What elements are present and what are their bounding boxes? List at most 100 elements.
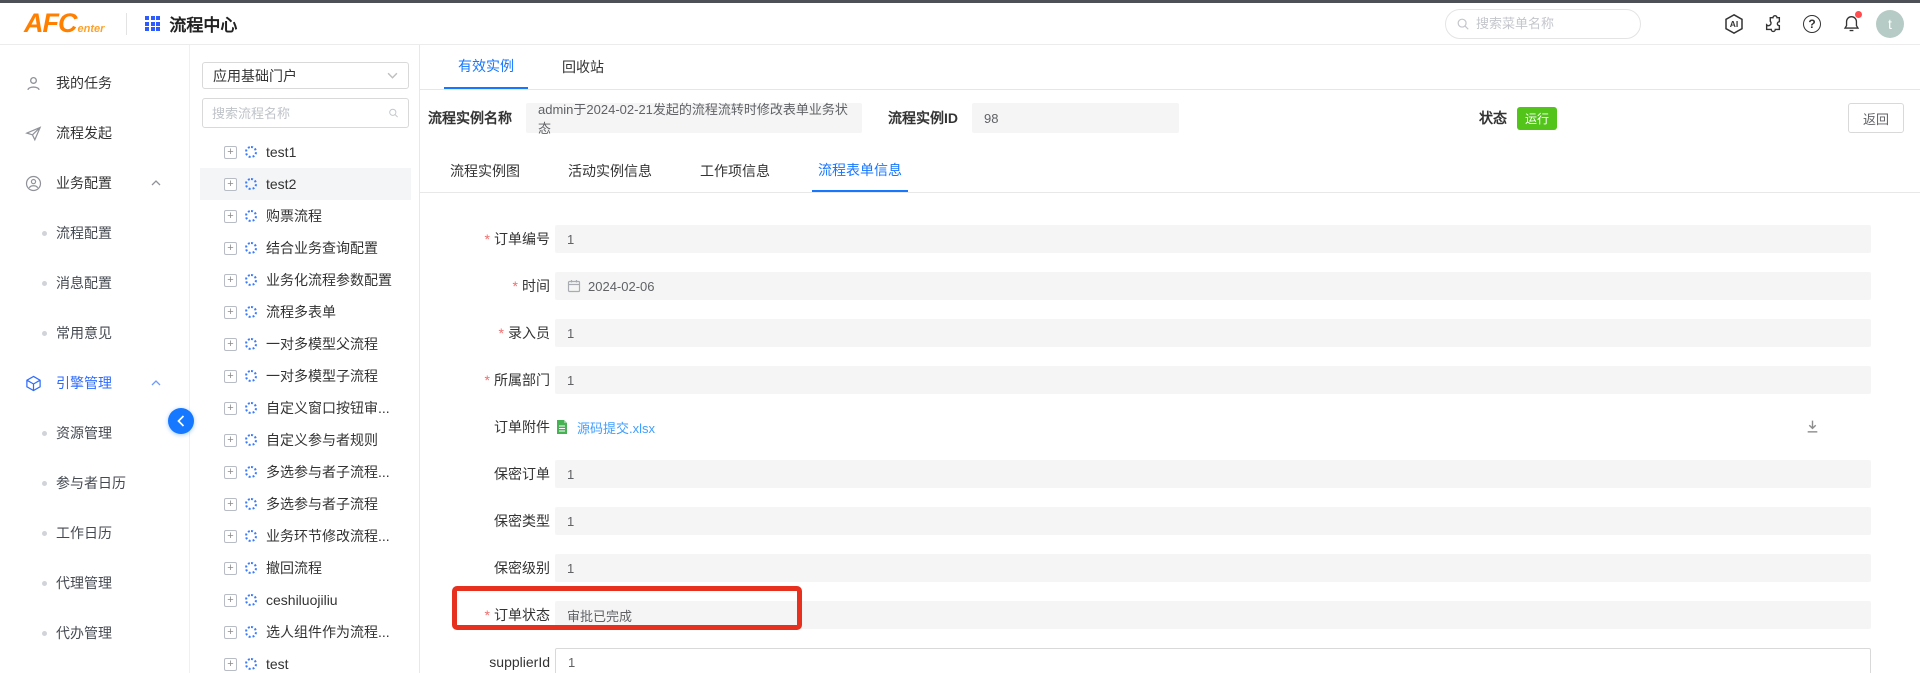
search-icon xyxy=(1456,17,1470,31)
expand-plus-icon[interactable]: + xyxy=(224,658,237,671)
tree-item[interactable]: +业务环节修改流程... xyxy=(200,520,411,552)
notification-bell-icon[interactable] xyxy=(1840,13,1862,35)
back-button[interactable]: 返回 xyxy=(1848,103,1904,133)
secret-level-field[interactable]: 1 xyxy=(555,554,1871,582)
status-badge: 运行 xyxy=(1517,107,1557,130)
time-field[interactable]: 2024-02-06 xyxy=(555,272,1871,300)
tree-item[interactable]: +多选参与者子流程 xyxy=(200,488,411,520)
app-grid-icon[interactable] xyxy=(145,16,160,31)
calendar-icon xyxy=(567,279,581,293)
logo-text: AFC xyxy=(24,10,77,37)
order-no-field[interactable]: 1 xyxy=(555,225,1871,253)
sidebar-item-resource-mgmt[interactable]: 资源管理 xyxy=(0,408,189,458)
tree-item[interactable]: +多选参与者子流程... xyxy=(200,456,411,488)
attachment-link[interactable]: 源码提交.xlsx xyxy=(577,418,655,437)
tab-process-form-info[interactable]: 流程表单信息 xyxy=(812,150,908,192)
secret-type-field[interactable]: 1 xyxy=(555,507,1871,535)
download-icon[interactable] xyxy=(1805,419,1820,439)
form-row-department: *所属部门 1 xyxy=(420,366,1920,394)
tree-item[interactable]: +结合业务查询配置 xyxy=(200,232,411,264)
app-portal-select[interactable]: 应用基础门户 xyxy=(202,62,409,89)
expand-plus-icon[interactable]: + xyxy=(224,210,237,223)
supplier-id-field[interactable]: 1 xyxy=(555,648,1871,673)
required-asterisk: * xyxy=(485,607,490,623)
tree-item[interactable]: +流程多表单 xyxy=(200,296,411,328)
help-icon[interactable]: ? xyxy=(1801,13,1823,35)
expand-plus-icon[interactable]: + xyxy=(224,242,237,255)
tree-item[interactable]: +购票流程 xyxy=(200,200,411,232)
tab-valid-instances[interactable]: 有效实例 xyxy=(444,45,528,89)
main-sidebar: 我的任务 流程发起 业务配置 流程配置 消息配置 常用意见 引擎管理 资源管理 … xyxy=(0,45,190,673)
tree-item[interactable]: +自定义参与者规则 xyxy=(200,424,411,456)
logo-suffix: enter xyxy=(78,23,105,35)
process-search-input[interactable] xyxy=(212,106,388,121)
tree-item[interactable]: +选人组件作为流程... xyxy=(200,616,411,648)
tree-item[interactable]: +自定义窗口按钮审... xyxy=(200,392,411,424)
tree-item[interactable]: +一对多模型父流程 xyxy=(200,328,411,360)
plugin-icon[interactable] xyxy=(1762,13,1784,35)
instance-name-field: admin于2024-02-21发起的流程流转时修改表单业务状态 xyxy=(526,103,862,133)
expand-plus-icon[interactable]: + xyxy=(224,530,237,543)
sidebar-item-my-tasks[interactable]: 我的任务 xyxy=(0,58,189,108)
expand-plus-icon[interactable]: + xyxy=(224,370,237,383)
expand-plus-icon[interactable]: + xyxy=(224,402,237,415)
menu-search-input[interactable] xyxy=(1476,16,1616,31)
entry-clerk-field[interactable]: 1 xyxy=(555,319,1871,347)
tab-process-instance-diagram[interactable]: 流程实例图 xyxy=(444,150,526,192)
tree-item[interactable]: +test1 xyxy=(200,136,411,168)
bullet-icon xyxy=(42,281,47,286)
process-loop-icon xyxy=(245,370,257,382)
instance-id-label: 流程实例ID xyxy=(888,108,958,128)
tab-recycle-bin[interactable]: 回收站 xyxy=(548,45,618,89)
page-title: 流程中心 xyxy=(169,11,237,36)
process-loop-icon xyxy=(245,562,257,574)
expand-plus-icon[interactable]: + xyxy=(224,146,237,159)
sidebar-item-common-opinions[interactable]: 常用意见 xyxy=(0,308,189,358)
sidebar-item-todo-mgmt[interactable]: 代办管理 xyxy=(0,608,189,658)
tree-item-selected[interactable]: +test2 xyxy=(200,168,411,200)
expand-plus-icon[interactable]: + xyxy=(224,498,237,511)
app-header: AFC enter 流程中心 AI ? t xyxy=(0,3,1920,45)
expand-plus-icon[interactable]: + xyxy=(224,178,237,191)
sidebar-item-proxy-mgmt[interactable]: 代理管理 xyxy=(0,558,189,608)
process-loop-icon xyxy=(245,146,257,158)
expand-plus-icon[interactable]: + xyxy=(224,594,237,607)
ai-assistant-icon[interactable]: AI xyxy=(1723,13,1745,35)
department-field[interactable]: 1 xyxy=(555,366,1871,394)
bullet-icon xyxy=(42,531,47,536)
expand-plus-icon[interactable]: + xyxy=(224,274,237,287)
sidebar-item-work-calendar[interactable]: 工作日历 xyxy=(0,508,189,558)
menu-search-box[interactable] xyxy=(1445,9,1641,39)
expand-plus-icon[interactable]: + xyxy=(224,306,237,319)
tree-item[interactable]: +ceshiluojiliu xyxy=(200,584,411,616)
sidebar-item-message-config[interactable]: 消息配置 xyxy=(0,258,189,308)
tab-work-item-info[interactable]: 工作项信息 xyxy=(694,150,776,192)
chevron-left-icon xyxy=(177,415,185,427)
tree-item[interactable]: +业务化流程参数配置 xyxy=(200,264,411,296)
sidebar-item-business-config[interactable]: 业务配置 xyxy=(0,158,189,208)
expand-plus-icon[interactable]: + xyxy=(224,626,237,639)
brand-logo: AFC enter xyxy=(24,10,104,37)
svg-text:AI: AI xyxy=(1730,19,1739,29)
expand-plus-icon[interactable]: + xyxy=(224,434,237,447)
required-asterisk: * xyxy=(513,278,518,294)
form-row-order-status: *订单状态 审批已完成 xyxy=(420,601,1920,629)
sidebar-collapse-button[interactable] xyxy=(168,408,194,434)
expand-plus-icon[interactable]: + xyxy=(224,338,237,351)
sidebar-item-process-config[interactable]: 流程配置 xyxy=(0,208,189,258)
tree-item[interactable]: +撤回流程 xyxy=(200,552,411,584)
tree-item[interactable]: +一对多模型子流程 xyxy=(200,360,411,392)
user-avatar[interactable]: t xyxy=(1876,10,1904,38)
secret-order-field[interactable]: 1 xyxy=(555,460,1871,488)
sidebar-item-participant-calendar[interactable]: 参与者日历 xyxy=(0,458,189,508)
tree-item[interactable]: +test xyxy=(200,648,411,673)
tab-activity-instance-info[interactable]: 活动实例信息 xyxy=(562,150,658,192)
sidebar-item-engine-mgmt[interactable]: 引擎管理 xyxy=(0,358,189,408)
expand-plus-icon[interactable]: + xyxy=(224,466,237,479)
instance-tabs: 有效实例 回收站 xyxy=(420,45,1920,90)
order-status-field[interactable]: 审批已完成 xyxy=(555,601,1871,629)
sidebar-item-process-initiate[interactable]: 流程发起 xyxy=(0,108,189,158)
process-search-box[interactable] xyxy=(202,98,409,128)
expand-plus-icon[interactable]: + xyxy=(224,562,237,575)
header-divider xyxy=(126,13,127,35)
